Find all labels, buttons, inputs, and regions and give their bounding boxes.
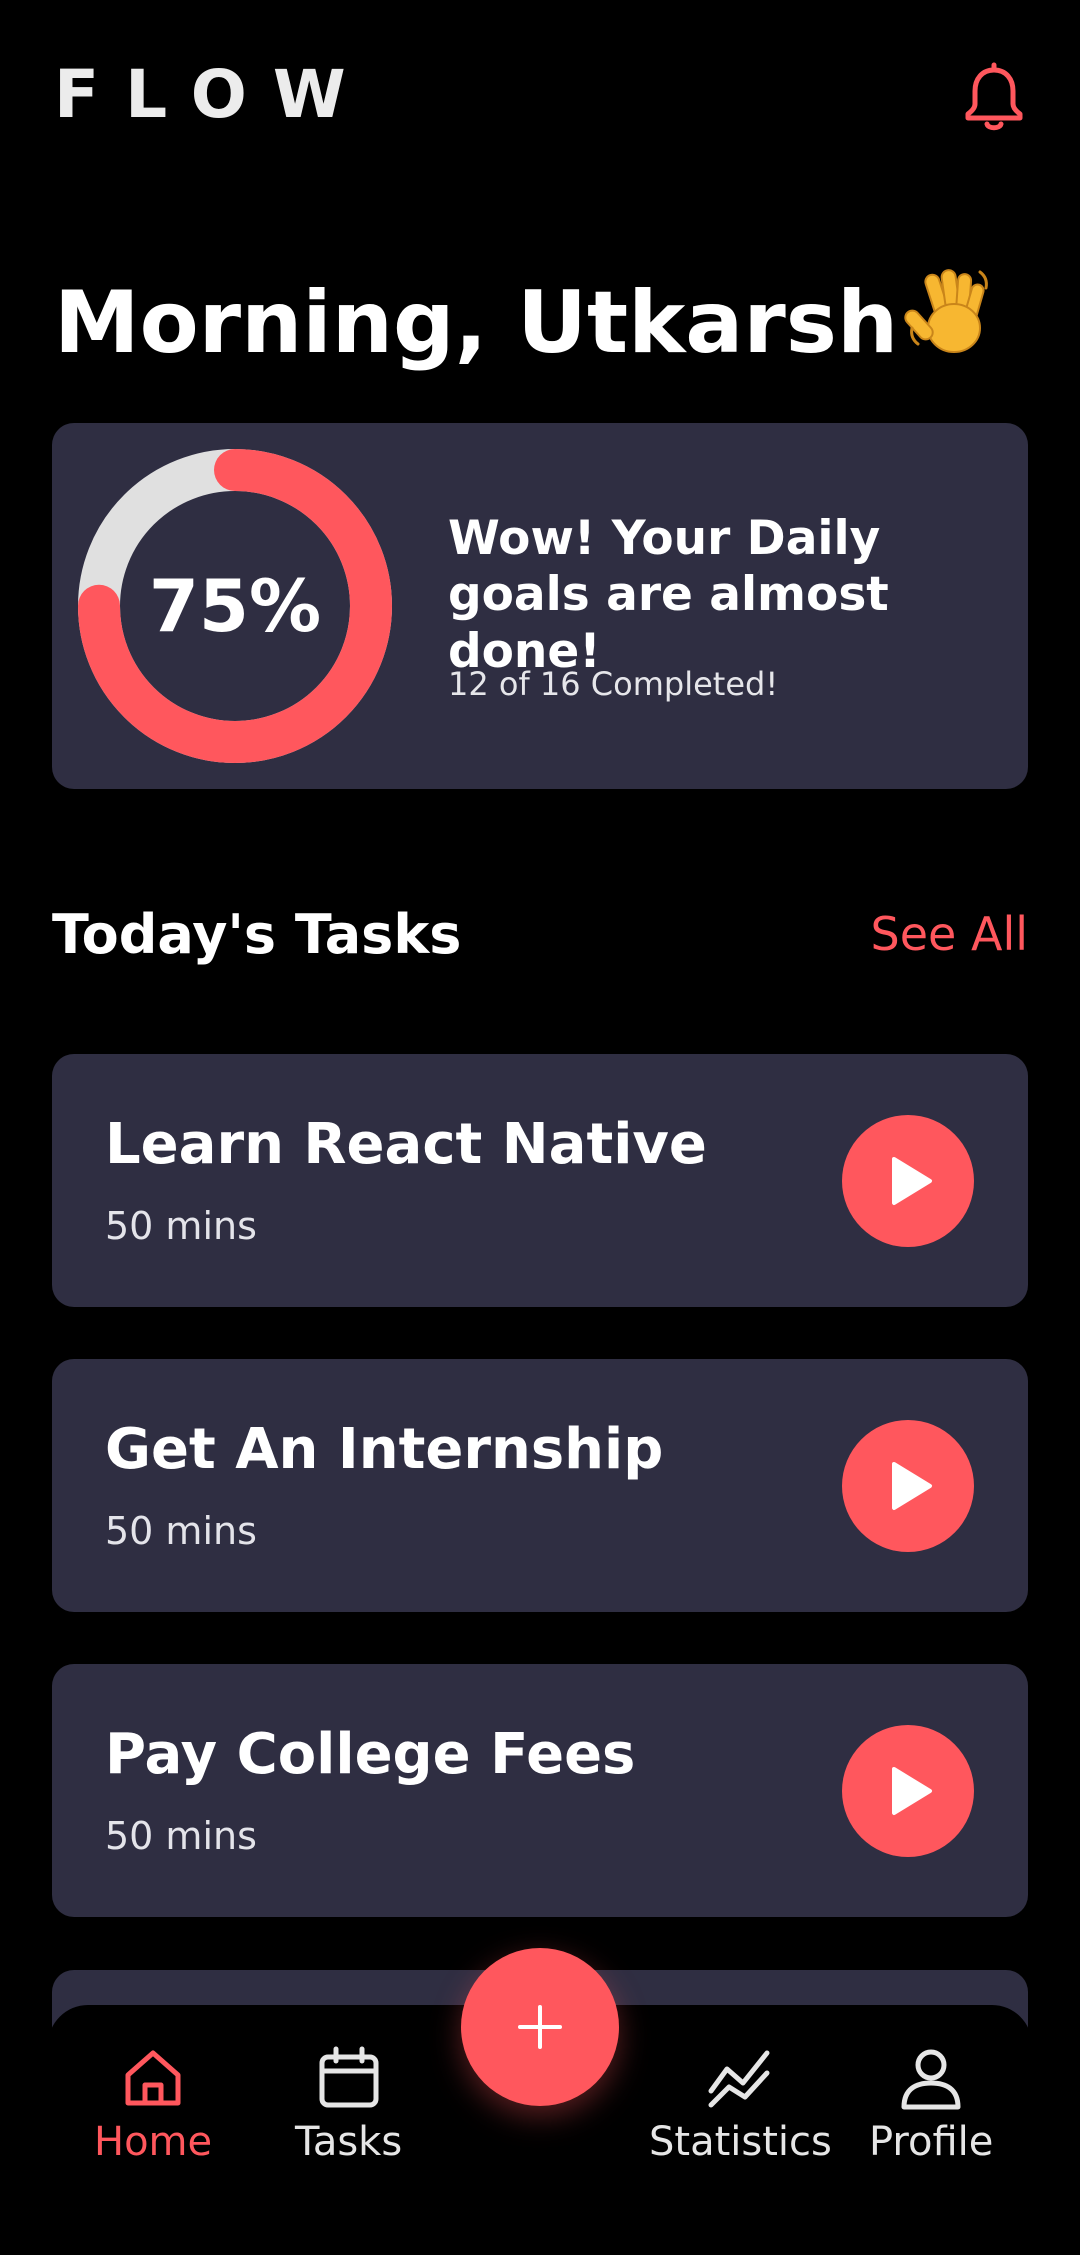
nav-item-statistics[interactable]: Statistics — [649, 2043, 832, 2165]
add-task-button[interactable] — [461, 1948, 619, 2106]
see-all-link[interactable]: See All — [871, 907, 1028, 961]
plus-icon — [518, 2005, 562, 2049]
nav-item-profile[interactable]: Profile — [869, 2043, 993, 2165]
task-card[interactable]: Get An Internship 50 mins — [52, 1359, 1028, 1612]
task-title: Learn React Native — [105, 1112, 707, 1177]
nav-item-home[interactable]: Home — [94, 2043, 212, 2165]
user-icon — [901, 2049, 961, 2110]
daily-goal-card: 75% Wow! Your Daily goals are almost don… — [52, 423, 1028, 789]
task-card[interactable]: Pay College Fees 50 mins — [52, 1664, 1028, 1917]
nav-label: Profile — [869, 2119, 994, 2165]
play-icon — [892, 1767, 932, 1815]
nav-label: Home — [94, 2119, 213, 2165]
nav-item-tasks[interactable]: Tasks — [295, 2043, 402, 2165]
nav-label: Statistics — [649, 2119, 832, 2165]
task-duration: 50 mins — [105, 1814, 257, 1858]
goal-completed-count: 12 of 16 Completed! — [448, 665, 779, 703]
chart-line-icon — [708, 2050, 770, 2108]
greeting-heading: Morning, Utkarsh — [54, 262, 994, 371]
task-title: Pay College Fees — [105, 1722, 636, 1787]
play-button[interactable] — [842, 1420, 974, 1552]
bell-icon[interactable] — [958, 62, 1030, 134]
play-icon — [892, 1157, 932, 1205]
app-logo: FLOW — [54, 56, 372, 133]
progress-percent: 75% — [148, 564, 322, 648]
greeting-text: Morning, Utkarsh — [54, 273, 899, 373]
home-icon — [125, 2050, 181, 2106]
task-duration: 50 mins — [105, 1204, 257, 1248]
play-button[interactable] — [842, 1115, 974, 1247]
play-button[interactable] — [842, 1725, 974, 1857]
waving-hand-icon — [902, 262, 994, 358]
task-duration: 50 mins — [105, 1509, 257, 1553]
task-card[interactable]: Learn React Native 50 mins — [52, 1054, 1028, 1307]
task-title: Get An Internship — [105, 1417, 664, 1482]
play-icon — [892, 1462, 932, 1510]
nav-label: Tasks — [295, 2119, 403, 2165]
tasks-section-title: Today's Tasks — [52, 903, 462, 966]
goal-message: Wow! Your Daily goals are almost done! — [448, 511, 889, 679]
calendar-icon — [319, 2046, 379, 2108]
